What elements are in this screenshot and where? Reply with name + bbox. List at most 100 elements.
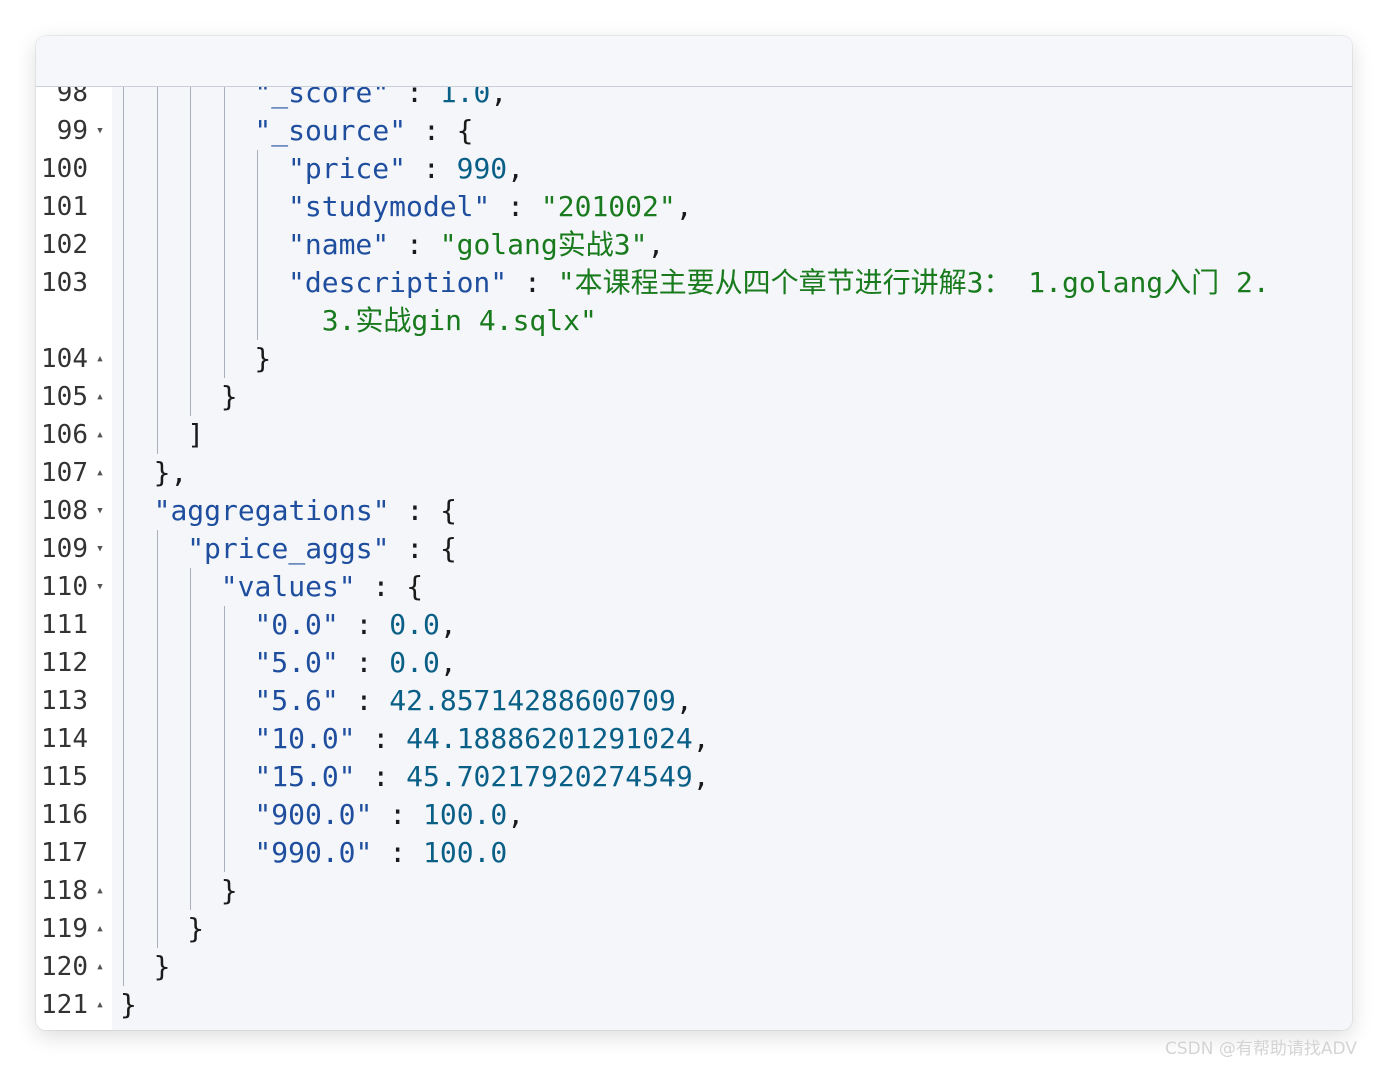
- indent-guide: [123, 644, 124, 682]
- json-number: 0.0: [389, 646, 440, 679]
- json-punctuation: ,: [692, 760, 710, 793]
- code-line: 111 "0.0" : 0.0,: [36, 606, 1352, 644]
- fold-expand-icon[interactable]: ▲: [94, 454, 106, 492]
- json-punctuation: ,: [490, 87, 508, 109]
- line-number: 107: [41, 458, 88, 488]
- indent-guide: [223, 606, 225, 644]
- code-line: 112 "5.0" : 0.0,: [36, 644, 1352, 682]
- fold-expand-icon[interactable]: ▲: [94, 986, 106, 1024]
- code-line: 110 ▼ "values" : {: [36, 568, 1352, 606]
- editor-window: 98 "_score" : 1.0, 99 ▼ "_source" : {100 "pri…: [36, 36, 1352, 1030]
- indent-guide: [190, 720, 192, 758]
- code-line: 120 ▲}: [36, 948, 1352, 986]
- fold-collapse-icon[interactable]: ▼: [94, 492, 106, 530]
- fold-expand-icon[interactable]: ▲: [94, 910, 106, 948]
- json-punctuation: : {: [406, 114, 474, 147]
- indent-guide: [123, 340, 124, 378]
- indent-guide: [190, 796, 192, 834]
- fold-expand-icon[interactable]: ▲: [94, 872, 106, 910]
- code-line: 102 "name" : "golang实战3",: [36, 226, 1352, 264]
- fold-collapse-icon[interactable]: ▼: [94, 568, 106, 606]
- json-punctuation: :: [355, 722, 407, 755]
- fold-expand-icon[interactable]: ▲: [94, 948, 106, 986]
- indent-guide: [123, 492, 124, 530]
- indent-guide: [257, 264, 259, 340]
- indent-guide: [223, 87, 225, 112]
- json-punctuation: }: [120, 988, 137, 1021]
- line-number: 112: [41, 648, 88, 678]
- line-number: 109: [41, 534, 88, 564]
- json-punctuation: ,: [647, 228, 665, 261]
- fold-expand-icon[interactable]: ▲: [94, 378, 106, 416]
- indent-guide: [156, 644, 158, 682]
- indent-guide: [190, 378, 192, 416]
- line-number: 115: [41, 762, 88, 792]
- indent-guide: [156, 340, 158, 378]
- code-text: "_source" : {: [254, 112, 1352, 150]
- json-number: 990: [456, 152, 508, 185]
- json-punctuation: ,: [439, 608, 457, 641]
- json-key: "studymodel": [288, 190, 491, 223]
- json-punctuation: }: [187, 912, 205, 945]
- code-line: 109 ▼ "price_aggs" : {: [36, 530, 1352, 568]
- json-punctuation: : {: [389, 494, 458, 527]
- indent-guide: [223, 644, 225, 682]
- code-text: }: [120, 986, 1352, 1024]
- line-number: 108: [41, 496, 88, 526]
- code-text: "990.0" : 100.0: [254, 834, 1352, 872]
- fold-collapse-icon[interactable]: ▼: [94, 112, 106, 150]
- code-text: "0.0" : 0.0,: [254, 606, 1352, 644]
- indent-guide: [123, 682, 124, 720]
- indent-guide: [190, 872, 192, 910]
- json-key: "values": [220, 570, 356, 603]
- code-text: "5.6" : 42.85714288600709,: [254, 682, 1352, 720]
- line-number: 104: [41, 344, 88, 374]
- indent-guide: [190, 150, 192, 188]
- json-punctuation: },: [153, 456, 188, 489]
- fold-collapse-icon[interactable]: ▼: [94, 530, 106, 568]
- fold-expand-icon[interactable]: ▲: [94, 340, 106, 378]
- line-number: 113: [41, 686, 88, 716]
- json-punctuation: ,: [439, 646, 457, 679]
- code-line: 103 "description" : "本课程主要从四个章节进行讲解3： 1.g…: [36, 264, 1352, 340]
- code-line: 108 ▼ "aggregations" : {: [36, 492, 1352, 530]
- indent-guide: [123, 872, 124, 910]
- json-response-editor[interactable]: 98 "_score" : 1.0, 99 ▼ "_source" : {100 "pri…: [36, 87, 1352, 1030]
- line-number: 103: [41, 268, 88, 298]
- indent-guide: [190, 606, 192, 644]
- code-text: "price_aggs" : {: [187, 530, 1352, 568]
- json-punctuation: ,: [507, 152, 525, 185]
- indent-guide: [156, 606, 158, 644]
- json-key: "900.0": [254, 798, 373, 831]
- json-key: "_score": [254, 87, 390, 109]
- indent-guide: [223, 188, 225, 226]
- json-punctuation: ,: [507, 798, 525, 831]
- indent-guide: [123, 948, 124, 986]
- json-key: "10.0": [254, 722, 356, 755]
- indent-guide: [156, 378, 158, 416]
- json-key: "_source": [254, 114, 407, 147]
- indent-guide: [223, 264, 225, 340]
- code-text: }: [221, 872, 1352, 910]
- indent-guide: [156, 150, 158, 188]
- json-punctuation: :: [389, 228, 440, 261]
- line-number: 117: [41, 838, 88, 868]
- indent-guide: [123, 378, 124, 416]
- json-number: 1.0: [439, 87, 491, 109]
- json-key: "name": [288, 228, 390, 261]
- json-punctuation: : {: [355, 570, 424, 603]
- indent-guide: [223, 720, 225, 758]
- fold-expand-icon[interactable]: ▲: [94, 416, 106, 454]
- json-number: 42.85714288600709: [389, 684, 676, 717]
- json-key: "5.6": [254, 684, 339, 717]
- indent-guide: [223, 682, 225, 720]
- indent-guide: [123, 910, 124, 948]
- code-line: 119 ▲}: [36, 910, 1352, 948]
- code-text: "values" : {: [221, 568, 1352, 606]
- code-line: 113 "5.6" : 42.85714288600709,: [36, 682, 1352, 720]
- indent-guide: [223, 758, 225, 796]
- code-text: "description" : "本课程主要从四个章节进行讲解3： 1.gola…: [288, 264, 1352, 340]
- json-punctuation: :: [372, 836, 423, 869]
- code-text: "10.0" : 44.18886201291024,: [254, 720, 1352, 758]
- indent-guide: [156, 796, 158, 834]
